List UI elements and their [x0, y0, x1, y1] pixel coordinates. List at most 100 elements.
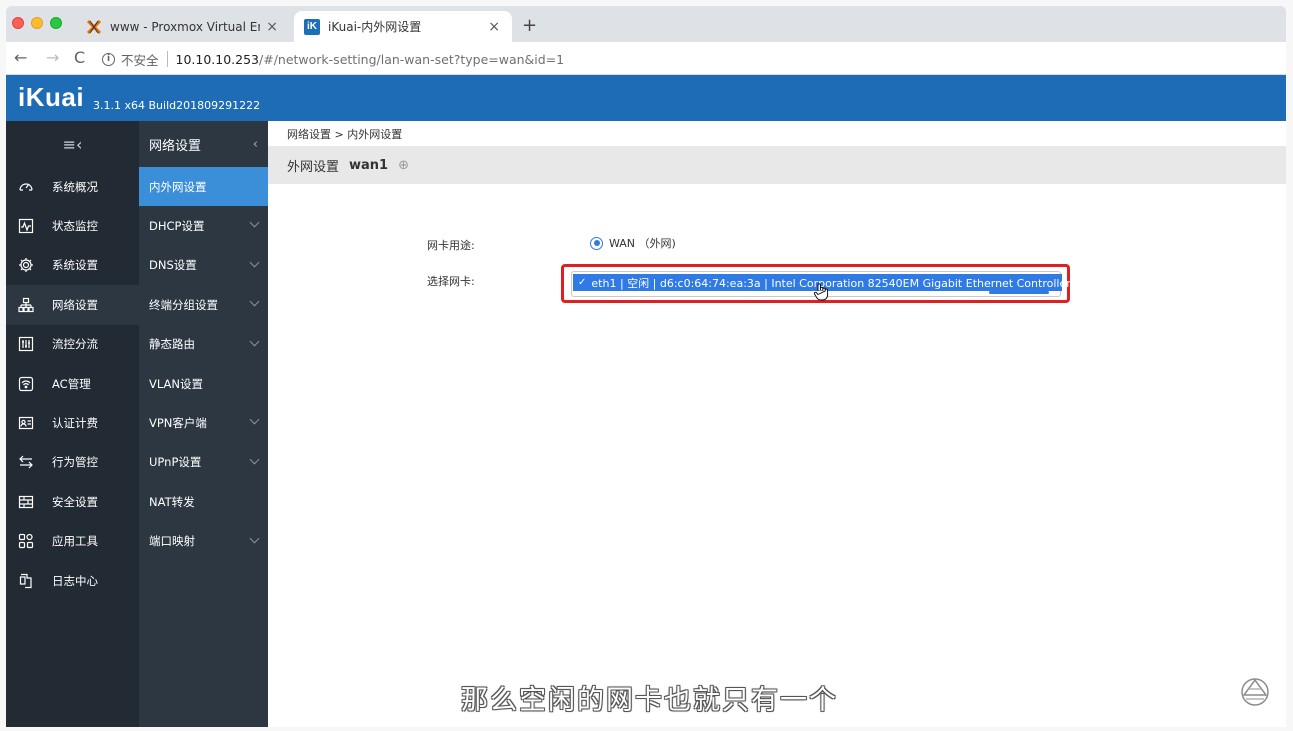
dashboard-icon — [17, 178, 35, 196]
back-button[interactable]: ← — [14, 48, 27, 67]
radio-dot — [593, 240, 600, 246]
add-wan-icon[interactable]: ⊕ — [398, 158, 409, 173]
sidebar-item-system[interactable]: 系统设置 — [6, 246, 139, 285]
sidebar-item-label: 流控分流 — [52, 337, 98, 352]
subnav-item-label: NAT转发 — [149, 494, 195, 509]
sliders-icon — [17, 335, 35, 353]
subnav-item-terminal-group[interactable]: 终端分组设置 — [139, 285, 268, 324]
chevron-down-icon — [249, 454, 260, 465]
select-focus-bar — [989, 291, 1049, 294]
tab-proxmox[interactable]: www - Proxmox Virtual Environ × — [76, 11, 290, 42]
sidebar-item-network[interactable]: 网络设置 — [6, 285, 139, 325]
menu-toggle-icon[interactable]: ≡‹ — [6, 121, 139, 167]
secondary-sidebar: 网络设置 ‹ 内外网设置 DHCP设置 DNS设置 终端分组设置 静态路由 VL… — [139, 121, 268, 727]
wan-name: wan1 — [349, 157, 389, 173]
new-tab-button[interactable]: + — [522, 15, 537, 36]
sidebar-item-security[interactable]: 安全设置 — [6, 482, 139, 521]
subnav-item-port-mapping[interactable]: 端口映射 — [139, 522, 268, 561]
browser-toolbar: ← → C i 不安全 10.10.10.253 /#/network-sett… — [6, 42, 1286, 75]
chevron-down-icon — [249, 414, 260, 425]
url-path: /#/network-setting/lan-wan-set?type=wan&… — [259, 51, 565, 67]
collapse-icon[interactable]: ‹ — [253, 137, 258, 152]
check-icon: ✓ — [578, 277, 587, 288]
log-icon — [17, 572, 35, 590]
maximize-window-button[interactable] — [50, 17, 62, 29]
address-bar[interactable]: i 不安全 10.10.10.253 /#/network-setting/la… — [102, 47, 1278, 71]
main-content: 网络设置 > 内外网设置 外网设置 wan1 ⊕ 网卡用途: WAN （外网) … — [268, 121, 1286, 727]
primary-sidebar: ≡‹ 系统概况 状态监控 系统设置 网络设置 流控分流 AC管理 认证计费 行为… — [6, 121, 139, 727]
ikuai-icon-text: iK — [304, 18, 320, 35]
close-tab-icon[interactable]: × — [488, 19, 500, 35]
breadcrumb: 网络设置 > 内外网设置 — [287, 127, 403, 141]
sidebar-item-tools[interactable]: 应用工具 — [6, 522, 139, 561]
subnav-item-nat[interactable]: NAT转发 — [139, 482, 268, 521]
chevron-down-icon — [249, 336, 260, 347]
subnav-item-dns[interactable]: DNS设置 — [139, 246, 268, 285]
app-header: iKuai 3.1.1 x64 Build201809291222 — [6, 75, 1286, 121]
sidebar-item-logs[interactable]: 日志中心 — [6, 561, 139, 600]
subnav-item-label: 静态路由 — [149, 337, 195, 352]
sidebar-item-label: 网络设置 — [52, 297, 98, 312]
nic-usage-label: 网卡用途: — [427, 239, 475, 252]
nic-option-label: eth1 | 空闲 | d6:c0:64:74:ea:3a | Intel Co… — [591, 276, 1071, 290]
close-tab-icon[interactable]: × — [266, 19, 278, 35]
radio-label: WAN （外网) — [609, 237, 676, 250]
id-card-icon — [17, 414, 35, 432]
section-header: 外网设置 wan1 ⊕ — [268, 146, 1286, 184]
subnav-item-vpn-client[interactable]: VPN客户端 — [139, 403, 268, 442]
chevron-down-icon — [249, 296, 260, 307]
subnav-item-upnp[interactable]: UPnP设置 — [139, 443, 268, 482]
proxmox-icon — [86, 19, 102, 35]
close-window-button[interactable] — [12, 17, 24, 29]
sidebar-item-label: 应用工具 — [52, 534, 98, 549]
sidebar-item-label: 认证计费 — [52, 416, 98, 431]
url-host: 10.10.10.253 — [175, 51, 260, 67]
arrows-icon — [17, 453, 35, 471]
sidebar-item-label: 安全设置 — [52, 494, 98, 509]
info-icon[interactable]: i — [102, 52, 115, 66]
network-icon — [17, 296, 35, 314]
sidebar-item-label: 系统概况 — [52, 179, 98, 194]
sidebar-item-auth[interactable]: 认证计费 — [6, 403, 139, 442]
subnav-item-label: 内外网设置 — [149, 179, 207, 194]
subnav-item-static-route[interactable]: 静态路由 — [139, 325, 268, 364]
sidebar-item-label: AC管理 — [52, 376, 91, 391]
subnav-item-label: DNS设置 — [149, 258, 197, 273]
sidebar-item-behavior[interactable]: 行为管控 — [6, 443, 139, 482]
forward-button[interactable]: → — [46, 48, 59, 67]
watermark-logo-icon — [1241, 678, 1269, 706]
gear-icon — [17, 256, 35, 274]
subnav-item-lan-wan[interactable]: 内外网设置 — [139, 167, 268, 207]
subnav-item-label: 终端分组设置 — [149, 297, 218, 312]
sidebar-item-overview[interactable]: 系统概况 — [6, 167, 139, 206]
chevron-down-icon — [249, 217, 260, 228]
minimize-window-button[interactable] — [31, 17, 43, 29]
sidebar-item-ac[interactable]: AC管理 — [6, 364, 139, 403]
nic-select-label: 选择网卡: — [427, 275, 475, 288]
hand-cursor-icon — [813, 283, 829, 301]
reload-button[interactable]: C — [74, 48, 85, 67]
chevron-down-icon — [249, 533, 260, 543]
sidebar-item-label: 行为管控 — [52, 455, 98, 470]
sidebar-item-monitor[interactable]: 状态监控 — [6, 206, 139, 245]
sidebar-item-label: 系统设置 — [52, 258, 98, 273]
security-label: 不安全 — [121, 52, 159, 68]
firewall-icon — [17, 493, 35, 511]
apps-icon — [17, 532, 35, 550]
sidebar-item-label: 日志中心 — [52, 573, 98, 588]
tab-ikuai[interactable]: iK iKuai-内外网设置 × — [294, 11, 512, 42]
ikuai-logo: iKuai — [18, 82, 85, 112]
wan-radio[interactable]: WAN （外网) — [590, 235, 676, 251]
subnav-item-label: UPnP设置 — [149, 455, 202, 470]
browser-window: www - Proxmox Virtual Environ × iK iKuai… — [6, 6, 1286, 727]
subnav-item-label: VLAN设置 — [149, 376, 204, 391]
wifi-icon — [17, 375, 35, 393]
subnav-item-dhcp[interactable]: DHCP设置 — [139, 206, 268, 245]
tab-title: iKuai-内外网设置 — [328, 20, 422, 34]
sidebar-item-flow-control[interactable]: 流控分流 — [6, 325, 139, 364]
radio-button[interactable] — [590, 236, 603, 250]
chevron-down-icon — [249, 257, 260, 268]
subnav-item-vlan[interactable]: VLAN设置 — [139, 364, 268, 403]
secondary-sidebar-title: 网络设置 — [149, 138, 202, 154]
divider — [166, 51, 168, 67]
